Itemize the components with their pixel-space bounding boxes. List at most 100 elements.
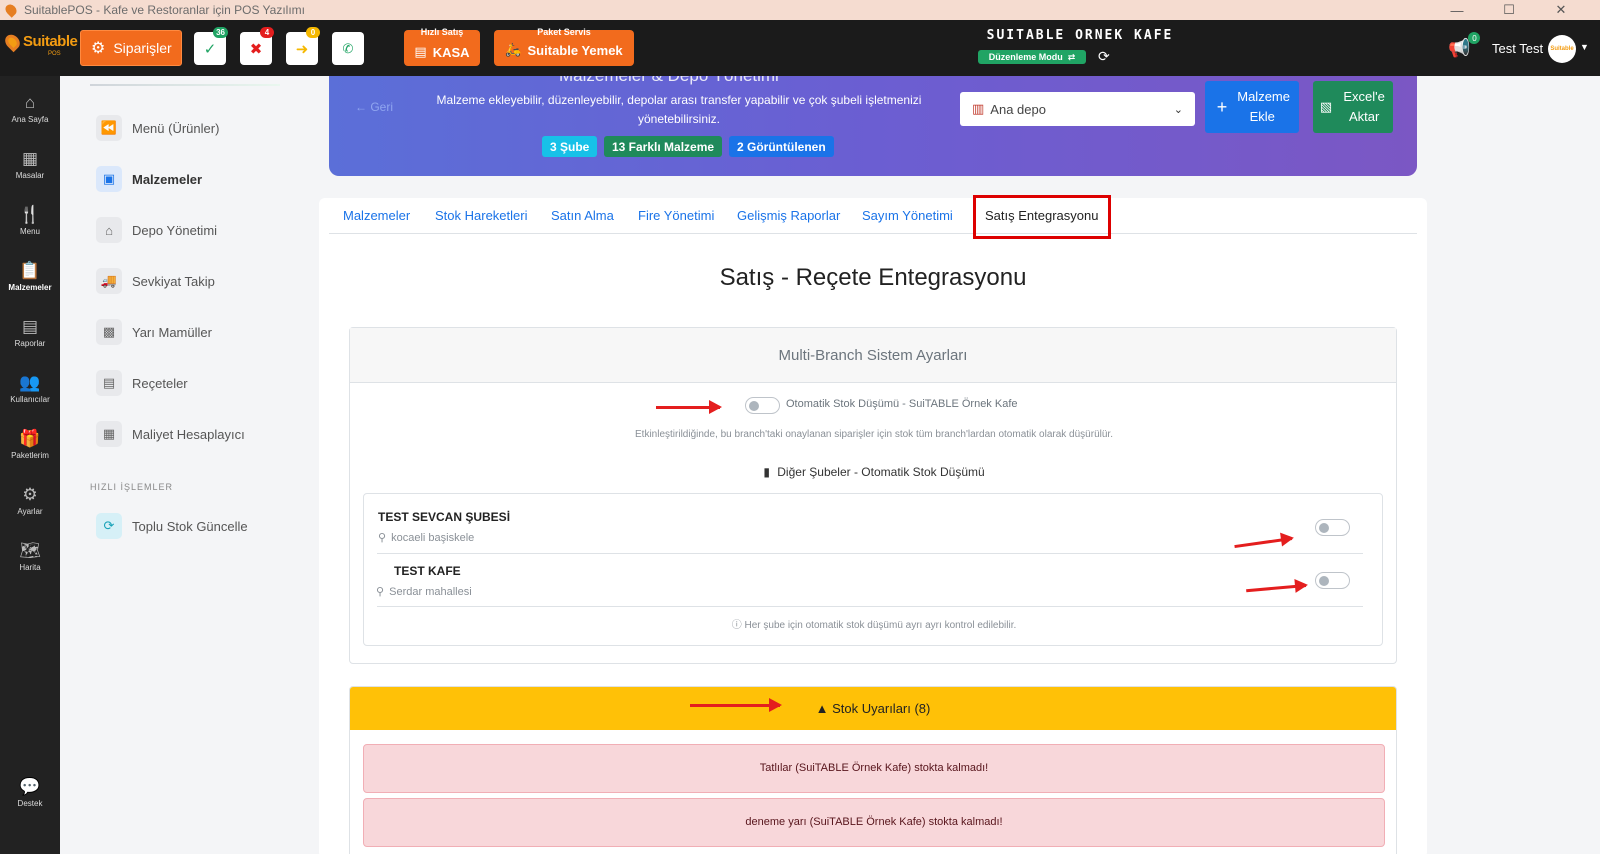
report-icon: ▤ (21, 317, 39, 336)
materials-hero: Malzemeler & Depo Yönetimi ← Geri Malzem… (329, 76, 1417, 176)
nav-item-harita[interactable]: 🗺 Harita (0, 541, 60, 573)
kasa-button[interactable]: Hızlı Satış ▤ KASA (404, 27, 480, 66)
multi-branch-header: Multi-Branch Sistem Ayarları (350, 328, 1396, 383)
quick-sale-caption: Hızlı Satış (420, 27, 464, 37)
approved-orders-button[interactable]: ✓ 36 (194, 27, 228, 65)
clipboard-icon: 📋 (19, 261, 41, 280)
building-icon: ▮ (763, 465, 770, 479)
chevron-down-icon[interactable]: ▼ (1580, 42, 1589, 52)
nav-item-destek[interactable]: 💬 Destek (0, 778, 60, 809)
branch-count-pill: 3 Şube (542, 136, 598, 157)
suitable-logo[interactable]: Suitable POS (2, 31, 78, 57)
branch-auto-stock-toggle[interactable] (1315, 572, 1350, 589)
depot-select[interactable]: ▥ Ana depo ⌄ (960, 92, 1195, 126)
main-sidebar: ⌂ Ana Sayfa ▦ Masalar 🍴 Menu 📋 Malzemele… (0, 76, 60, 854)
gears-icon: ⚙ (91, 40, 106, 57)
switch-icon: ⇄ (1067, 51, 1076, 62)
branch-name: TEST SEVCAN ŞUBESİ (378, 510, 511, 524)
calculator-icon: ▦ (96, 421, 122, 447)
tab-bar: Malzemeler Stok Hareketleri Satın Alma F… (329, 195, 1417, 239)
nav-item-menu[interactable]: 🍴 Menu (0, 205, 60, 237)
tab-satin-alma[interactable]: Satın Alma (551, 208, 614, 223)
material-count-pill: 13 Farklı Malzeme (604, 136, 723, 157)
tab-gelismis-raporlar[interactable]: Gelişmiş Raporlar (737, 208, 840, 223)
content-card: Malzemeler Stok Hareketleri Satın Alma F… (319, 195, 1427, 854)
nav-item-ana-sayfa[interactable]: ⌂ Ana Sayfa (0, 94, 60, 125)
nav-item-raporlar[interactable]: ▤ Raporlar (0, 317, 60, 349)
chevron-down-icon: ⌄ (1173, 103, 1183, 116)
map-marker-icon: ⚲ (376, 586, 385, 598)
branch-location: ⚲ Serdar mahallesi (376, 586, 472, 598)
x-icon: ✖ (249, 40, 263, 58)
subnav-item-sevkiyat-takip[interactable]: 🚚 Sevkiyat Takip (96, 268, 215, 294)
hero-title: Malzemeler & Depo Yönetimi (559, 76, 779, 86)
sync-icon: ⟳ (96, 513, 122, 539)
subnav-item-receteler[interactable]: ▤ Reçeteler (96, 370, 188, 396)
other-branches-title: ▮ Diğer Şubeler - Otomatik Stok Düşümü (763, 465, 985, 479)
back-link[interactable]: ← Geri (355, 100, 393, 114)
rejected-count-badge: 4 (260, 27, 274, 38)
approved-count-badge: 36 (213, 27, 228, 38)
tab-sayim-yonetimi[interactable]: Sayım Yönetimi (862, 208, 953, 223)
minimize-button[interactable]: — (1434, 0, 1480, 20)
users-icon: 👥 (19, 373, 41, 392)
nav-item-masalar[interactable]: ▦ Masalar (0, 149, 60, 181)
map-icon: 🗺 (19, 541, 41, 560)
suitable-yemek-button[interactable]: Paket Servis 🛵 Suitable Yemek (494, 27, 634, 66)
orders-button[interactable]: ⚙ Siparişler (80, 30, 182, 66)
add-material-button[interactable]: + Malzeme Ekle (1205, 81, 1299, 133)
tab-stok-hareketleri[interactable]: Stok Hareketleri (435, 208, 527, 223)
nav-item-malzemeler[interactable]: 📋 Malzemeler (0, 261, 60, 293)
forwarded-count-badge: 0 (306, 27, 320, 38)
nav-item-kullanicilar[interactable]: 👥 Kullanıcılar (0, 373, 60, 405)
subnav-item-maliyet-hesaplayici[interactable]: ▦ Maliyet Hesaplayıcı (96, 421, 245, 447)
nav-item-paketlerim[interactable]: 🎁 Paketlerim (0, 430, 60, 461)
auto-stock-toggle[interactable] (745, 397, 780, 414)
branch-auto-stock-toggle[interactable] (1315, 519, 1350, 536)
auto-stock-label: Otomatik Stok Düşümü - SuiTABLE Örnek Ka… (786, 398, 1018, 410)
annotation-arrow (690, 698, 782, 712)
subnav-item-depo-yonetimi[interactable]: ⌂ Depo Yönetimi (96, 217, 217, 243)
cafe-name: SUITABLE ORNEK KAFE (986, 28, 1174, 43)
visible-count-pill: 2 Görüntülenen (729, 136, 834, 157)
subnav-item-yari-mamuller[interactable]: ▩ Yarı Mamüller (96, 319, 212, 345)
branch-list: TEST SEVCAN ŞUBESİ ⚲ kocaeli başiskele T… (363, 493, 1383, 646)
forwarded-orders-button[interactable]: ➜ 0 (286, 27, 320, 65)
avatar[interactable]: Suitable (1548, 35, 1576, 63)
box-icon: ▣ (96, 166, 122, 192)
refresh-icon[interactable]: ⟳ (1098, 48, 1110, 65)
stock-alert: Tatlılar (SuiTABLE Örnek Kafe) stokta ka… (363, 744, 1385, 793)
auto-stock-help: Etkinleştirildiğinde, bu branch'taki ona… (635, 429, 1113, 440)
table-icon: ▦ (21, 149, 39, 168)
megaphone-icon[interactable]: 📢 0 (1448, 32, 1481, 59)
package-service-caption: Paket Servis (537, 27, 591, 37)
tab-malzemeler[interactable]: Malzemeler (343, 208, 410, 223)
branch-name: TEST KAFE (394, 564, 461, 578)
materials-subnav: ⏪ Menü (Ürünler) ▣ Malzemeler ⌂ Depo Yön… (60, 76, 308, 854)
subnav-item-malzemeler[interactable]: ▣ Malzemeler (96, 166, 202, 192)
cash-register-icon: ▤ (414, 44, 427, 59)
maximize-button[interactable]: ☐ (1486, 0, 1532, 20)
edit-mode-badge[interactable]: Düzenleme Modu ⇄ (978, 50, 1086, 64)
close-window-button[interactable]: ✕ (1538, 0, 1584, 20)
branch-note: ⓘ Her şube için otomatik stok düşümü ayr… (731, 620, 1017, 631)
stock-warnings-header[interactable]: ▲ Stok Uyarıları (8) (350, 687, 1396, 730)
hero-description: Malzeme ekleyebilir, düzenleyebilir, dep… (436, 93, 922, 126)
user-name[interactable]: Test Test (1492, 41, 1543, 56)
subnav-item-menu-urunler[interactable]: ⏪ Menü (Ürünler) (96, 115, 219, 141)
rejected-orders-button[interactable]: ✖ 4 (240, 27, 274, 65)
recipe-icon: ▤ (96, 370, 122, 396)
motorcycle-icon: 🛵 (505, 42, 522, 57)
subnav-item-toplu-stok-guncelle[interactable]: ⟳ Toplu Stok Güncelle (96, 513, 248, 539)
top-navbar: Suitable POS ⚙ Siparişler ✓ 36 ✖ 4 ➜ 0 ✆… (0, 20, 1600, 76)
window-title: SuitablePOS - Kafe ve Restoranlar için P… (24, 3, 306, 17)
app-pin-icon (3, 2, 19, 18)
annotation-arrow (656, 400, 722, 414)
phone-orders-button[interactable]: ✆ (332, 32, 364, 65)
tab-fire-yonetimi[interactable]: Fire Yönetimi (638, 208, 714, 223)
quick-actions-heading: HIZLI İŞLEMLER (90, 482, 174, 492)
excel-export-button[interactable]: ▧ Excel'e Aktar (1313, 81, 1393, 133)
backward-icon: ⏪ (96, 115, 122, 141)
utensils-icon: 🍴 (19, 205, 41, 224)
nav-item-ayarlar[interactable]: ⚙ Ayarlar (0, 486, 60, 517)
